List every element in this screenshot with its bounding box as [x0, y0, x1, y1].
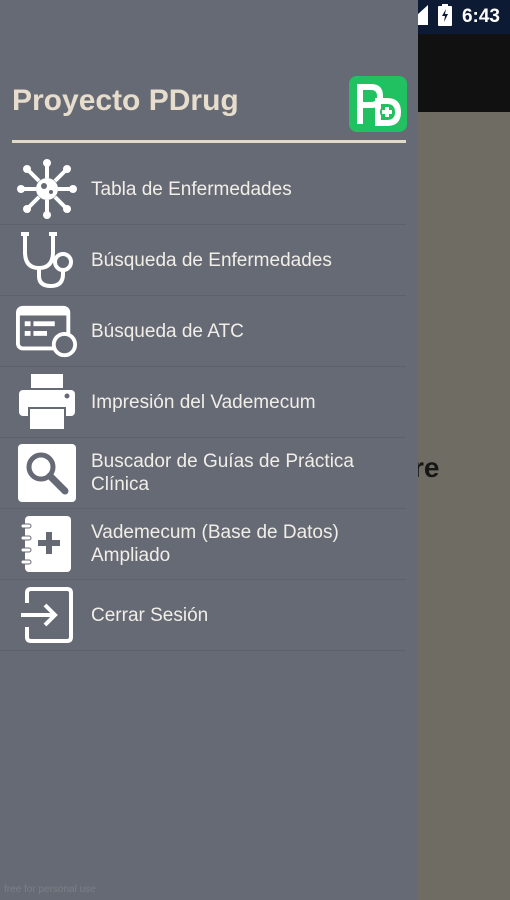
header-divider [12, 140, 406, 143]
menu-item-busqueda-enfermedades[interactable]: Búsqueda de Enfermedades [0, 225, 406, 296]
menu-item-label: Tabla de Enfermedades [91, 179, 292, 200]
menu-item-label: Impresión del Vademecum [91, 392, 316, 413]
menu-item-label: Vademecum (Base de Datos) Ampliado [91, 522, 339, 566]
magnifier-icon [16, 442, 78, 504]
menu-item-label: Búsqueda de Enfermedades [91, 250, 332, 271]
form-search-icon [16, 300, 78, 362]
navigation-drawer: Proyecto PDrug Tabla de Enfermedades Bús… [0, 0, 418, 900]
menu-item-label: Búsqueda de ATC [91, 321, 244, 342]
notebook-plus-icon [16, 513, 78, 575]
menu-item-label: Buscador de Guías de Práctica Clínica [91, 451, 354, 495]
virus-icon [16, 158, 78, 220]
menu-item-buscador-guias[interactable]: Buscador de Guías de Práctica Clínica [0, 438, 406, 509]
battery-icon [437, 4, 452, 30]
menu-item-tabla-enfermedades[interactable]: Tabla de Enfermedades [0, 154, 406, 225]
stethoscope-icon [16, 229, 78, 291]
drawer-title: Proyecto PDrug [12, 84, 239, 117]
menu-item-cerrar-sesion[interactable]: Cerrar Sesión [0, 580, 406, 651]
menu-item-label: Cerrar Sesión [91, 605, 209, 626]
printer-icon [16, 371, 78, 433]
pdrug-logo-icon [349, 76, 407, 132]
footer-note: free for personal use [4, 884, 96, 895]
status-time: 6:43 [461, 6, 500, 27]
logout-icon [16, 584, 78, 646]
menu-item-impresion-vademecum[interactable]: Impresión del Vademecum [0, 367, 406, 438]
menu-item-busqueda-atc[interactable]: Búsqueda de ATC [0, 296, 406, 367]
menu-item-vademecum-ampliado[interactable]: Vademecum (Base de Datos) Ampliado [0, 509, 406, 580]
